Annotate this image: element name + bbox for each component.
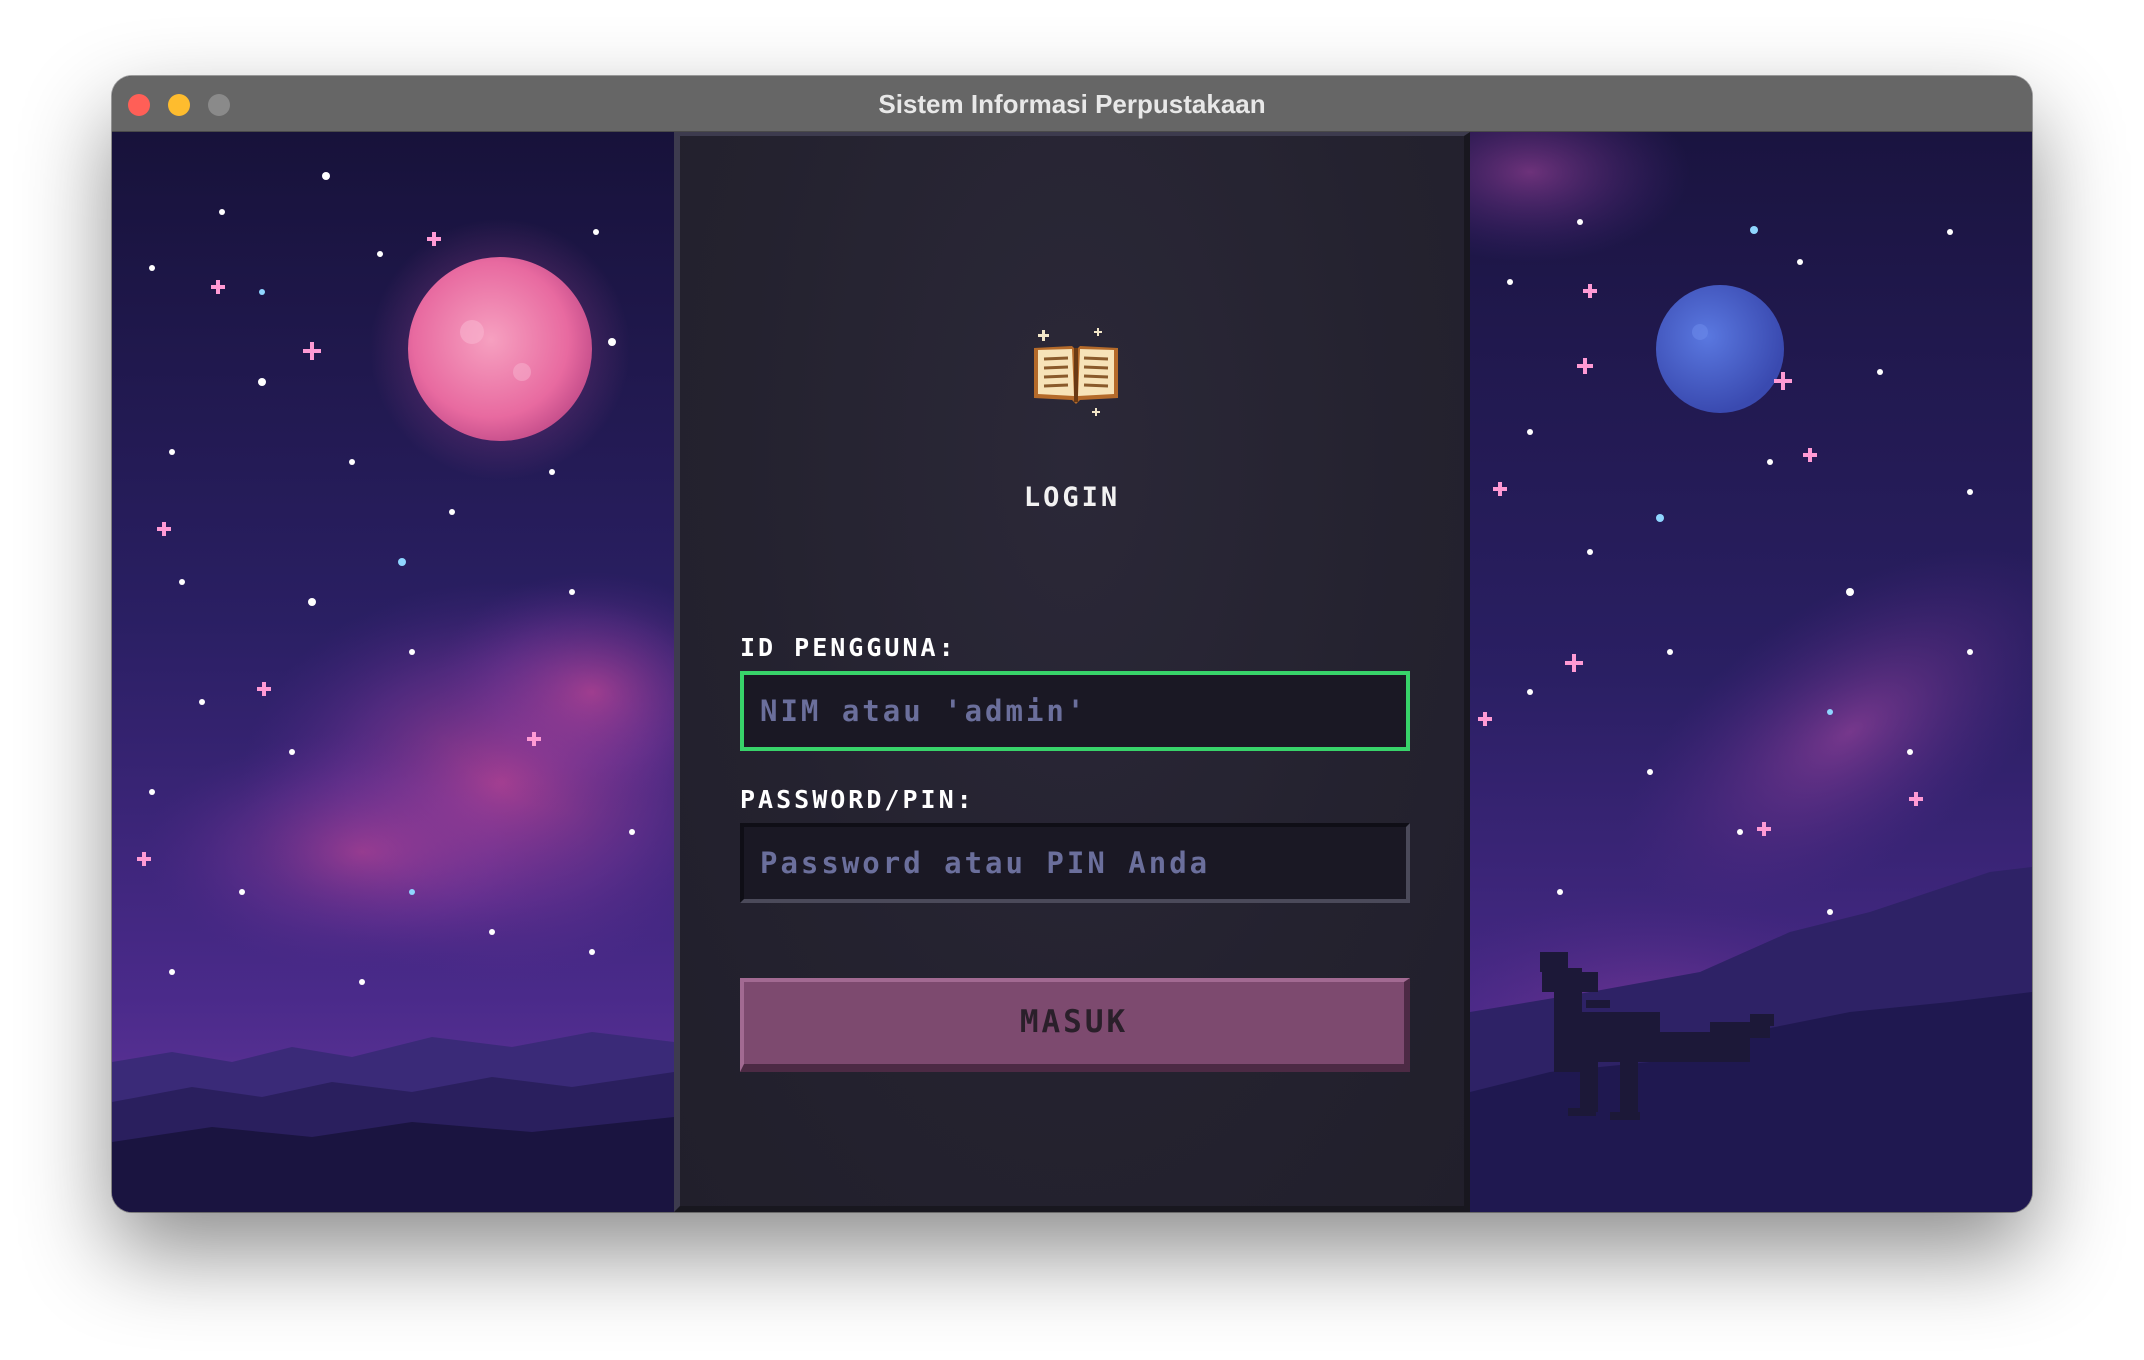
user-id-input[interactable] — [740, 671, 1410, 751]
window-content: LOGIN ID PENGGUNA: PASSWORD/PIN: MASUK — [112, 132, 2032, 1212]
login-panel: LOGIN ID PENGGUNA: PASSWORD/PIN: MASUK — [674, 132, 1470, 1212]
password-input[interactable] — [740, 823, 1410, 903]
right-night-sky-illustration — [1470, 132, 2032, 1212]
title-bar: Sistem Informasi Perpustakaan — [112, 76, 2032, 132]
open-book-icon — [1034, 328, 1118, 416]
night-sky-moon-scene — [112, 132, 674, 1212]
login-heading: LOGIN — [1023, 482, 1121, 513]
login-submit-button[interactable]: MASUK — [740, 978, 1410, 1072]
user-id-label: ID PENGGUNA: — [740, 633, 957, 662]
app-window: Sistem Informasi Perpustakaan LOGIN ID P… — [112, 76, 2032, 1212]
left-night-sky-illustration — [112, 132, 674, 1212]
window-title: Sistem Informasi Perpustakaan — [878, 89, 1266, 119]
night-sky-dinosaur-scene — [1470, 132, 2032, 1212]
password-label: PASSWORD/PIN: — [740, 785, 975, 814]
